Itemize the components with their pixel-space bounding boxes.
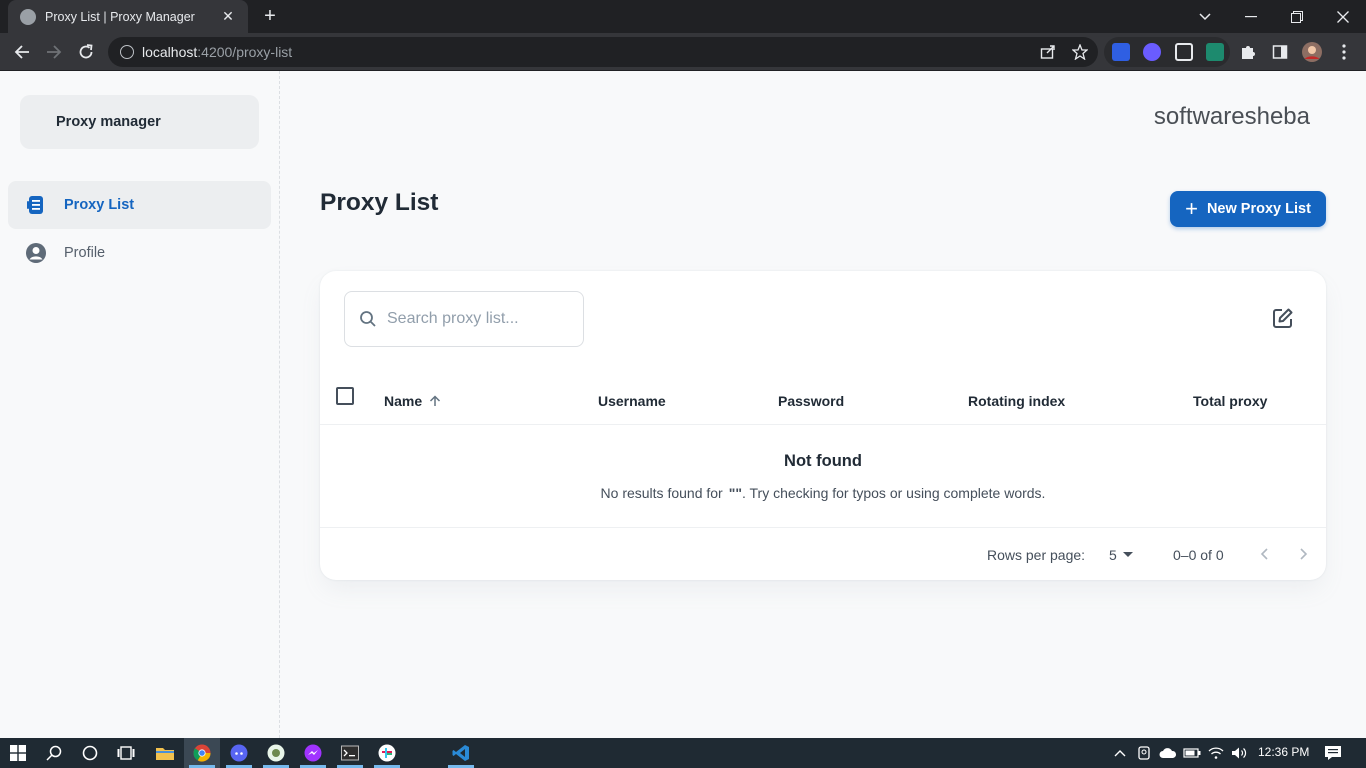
minimize-icon[interactable] xyxy=(1228,0,1274,33)
close-window-icon[interactable] xyxy=(1320,0,1366,33)
empty-query: "" xyxy=(728,485,742,501)
os-taskbar: 12:36 PM xyxy=(0,738,1366,768)
tab-search-icon[interactable] xyxy=(1182,0,1228,33)
battery-icon[interactable] xyxy=(1182,743,1202,763)
list-icon xyxy=(25,194,47,216)
extension-1-icon[interactable] xyxy=(1112,43,1130,61)
rows-per-page-label: Rows per page: xyxy=(987,547,1086,563)
menu-kebab-icon[interactable] xyxy=(1332,40,1356,64)
tray-chevron-up-icon[interactable] xyxy=(1110,743,1130,763)
sort-arrow-up-icon xyxy=(430,395,441,406)
globe-icon xyxy=(20,8,36,25)
column-header-username[interactable]: Username xyxy=(598,393,666,409)
onedrive-icon[interactable] xyxy=(1158,743,1178,763)
close-tab-icon[interactable]: ✕ xyxy=(220,8,236,25)
address-bar[interactable]: localhost:4200/proxy-list xyxy=(108,37,1098,67)
sidebar-item-profile[interactable]: Profile xyxy=(8,229,271,277)
slack-icon[interactable] xyxy=(377,743,397,763)
share-icon[interactable] xyxy=(1036,40,1060,64)
cortana-icon[interactable] xyxy=(80,743,100,763)
sidebar: Proxy manager Proxy List Profile xyxy=(0,71,280,738)
url-host: localhost xyxy=(142,44,198,60)
browser-tab[interactable]: Proxy List | Proxy Manager ✕ xyxy=(8,0,248,33)
search-placeholder: Search proxy list... xyxy=(387,310,519,327)
table-header: Name Username Password Rotating index To… xyxy=(320,375,1326,425)
notifications-icon[interactable] xyxy=(1323,743,1343,763)
messenger-icon[interactable] xyxy=(303,743,323,763)
column-label: Name xyxy=(384,393,423,409)
reload-icon[interactable] xyxy=(74,40,98,64)
browser-tabbar: Proxy List | Proxy Manager ✕ + xyxy=(0,0,1366,33)
taskbar-search-icon[interactable] xyxy=(44,743,64,763)
tray-camera-icon[interactable] xyxy=(1134,743,1154,763)
windows-start-icon[interactable] xyxy=(8,743,28,763)
terminal-icon[interactable] xyxy=(340,743,360,763)
side-panel-icon[interactable] xyxy=(1268,40,1292,64)
page-title: Proxy List xyxy=(320,189,439,216)
restore-icon[interactable] xyxy=(1274,0,1320,33)
site-info-icon[interactable] xyxy=(120,45,134,59)
volume-icon[interactable] xyxy=(1229,743,1249,763)
wifi-icon[interactable] xyxy=(1206,743,1226,763)
puzzle-extensions-icon[interactable] xyxy=(1236,40,1260,64)
search-icon xyxy=(360,311,376,327)
empty-state-title: Not found xyxy=(784,452,862,470)
empty-text-prefix: No results found for xyxy=(600,485,723,501)
table-pagination: Rows per page: 5 0–0 of 0 xyxy=(320,527,1326,580)
sidebar-item-label: Proxy List xyxy=(64,197,135,213)
extension-2-icon[interactable] xyxy=(1143,43,1161,61)
proxy-list-table-card: Search proxy list... Name Username Passw… xyxy=(320,271,1326,580)
extension-3-icon[interactable] xyxy=(1175,43,1193,61)
sidebar-item-proxy-list[interactable]: Proxy List xyxy=(8,181,271,229)
brand-card[interactable]: Proxy manager xyxy=(20,95,259,149)
empty-text-suffix: . Try checking for typos or using comple… xyxy=(741,485,1046,501)
vscode-icon[interactable] xyxy=(451,743,471,763)
pagination-range: 0–0 of 0 xyxy=(1173,547,1224,563)
forward-icon[interactable] xyxy=(42,40,66,64)
app-green-icon[interactable] xyxy=(266,743,286,763)
extension-4-icon[interactable] xyxy=(1206,43,1224,61)
sidebar-item-label: Profile xyxy=(64,245,106,261)
next-page-icon[interactable] xyxy=(1294,544,1314,564)
discord-icon[interactable] xyxy=(229,743,249,763)
tab-title: Proxy List | Proxy Manager xyxy=(45,9,195,24)
url-path: :4200/proxy-list xyxy=(197,44,293,60)
empty-state-text: No results found for "". Try checking for… xyxy=(320,485,1326,501)
new-proxy-list-label: New Proxy List xyxy=(1206,201,1311,217)
column-header-total-proxy[interactable]: Total proxy xyxy=(1193,393,1267,409)
back-icon[interactable] xyxy=(10,40,34,64)
edit-icon[interactable] xyxy=(1272,307,1296,331)
browser-toolbar: localhost:4200/proxy-list xyxy=(0,33,1366,71)
select-all-checkbox[interactable] xyxy=(336,387,354,405)
new-tab-button[interactable]: + xyxy=(258,5,282,29)
profile-avatar-icon[interactable] xyxy=(1300,40,1324,64)
column-header-name[interactable]: Name xyxy=(384,393,441,409)
plus-icon: + xyxy=(1185,196,1198,221)
user-icon xyxy=(25,242,47,264)
new-proxy-list-button[interactable]: + New Proxy List xyxy=(1170,191,1326,227)
org-name: softwaresheba xyxy=(1153,103,1310,130)
task-view-icon[interactable] xyxy=(116,743,136,763)
main-content: softwaresheba Proxy List + New Proxy Lis… xyxy=(280,71,1366,738)
app-root: Proxy manager Proxy List Profile softwar… xyxy=(0,71,1366,738)
file-explorer-icon[interactable] xyxy=(155,743,175,763)
rows-per-page-select[interactable]: 5 xyxy=(1109,547,1117,563)
column-header-rotating-index[interactable]: Rotating index xyxy=(968,393,1065,409)
search-input[interactable]: Search proxy list... xyxy=(344,291,584,347)
bookmark-star-icon[interactable] xyxy=(1068,40,1092,64)
column-header-password[interactable]: Password xyxy=(778,393,844,409)
clock-time[interactable]: 12:36 PM xyxy=(1258,745,1309,759)
chrome-icon[interactable] xyxy=(192,743,212,763)
prev-page-icon[interactable] xyxy=(1254,544,1274,564)
caret-down-icon[interactable] xyxy=(1123,552,1133,557)
